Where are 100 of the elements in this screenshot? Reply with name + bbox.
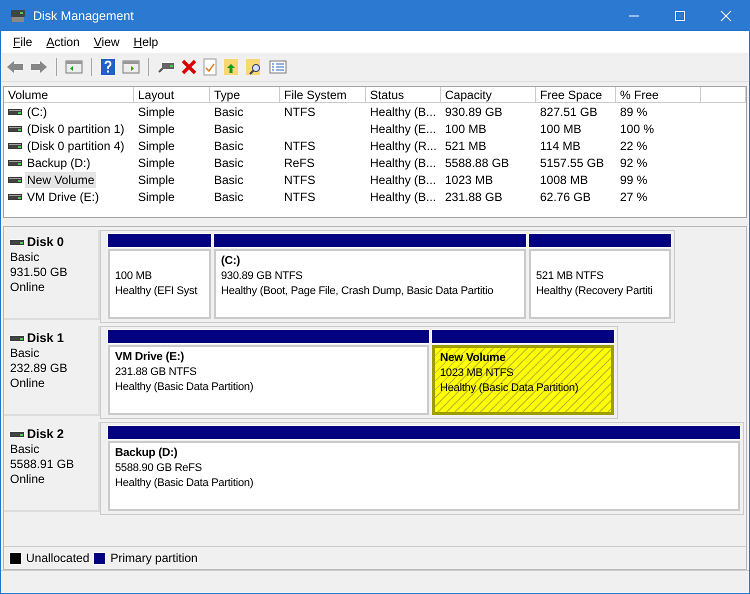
volume-icon bbox=[8, 126, 22, 132]
table-cell: Basic bbox=[214, 104, 244, 118]
column-header[interactable]: Type bbox=[210, 87, 280, 103]
row-label[interactable]: New Volume bbox=[25, 172, 96, 188]
partition-block[interactable]: (C:) 930.89 GB NTFS Healthy (Boot, Page File, Crash Dump, Basic Data Partitio bbox=[214, 249, 526, 319]
volume-icon bbox=[8, 194, 22, 200]
disk-name: Disk 0 bbox=[27, 235, 64, 250]
partition-block[interactable]: Backup (D:) 5588.90 GB ReFS Healthy (Basic Data Partition) bbox=[108, 441, 740, 511]
table-cell: NTFS bbox=[284, 172, 316, 186]
disk-status: Online bbox=[10, 280, 46, 295]
table-cell: 92 % bbox=[620, 156, 648, 170]
folder-search-icon[interactable] bbox=[245, 58, 263, 76]
partition-block[interactable]: 100 MB Healthy (EFI Syst bbox=[108, 249, 211, 319]
help-icon[interactable] bbox=[100, 58, 116, 76]
window-title: Disk Management bbox=[33, 9, 135, 23]
disk-drive-icon bbox=[10, 9, 26, 23]
partition-size: 5588.90 GB ReFS bbox=[115, 461, 202, 476]
column-header[interactable]: % Free bbox=[616, 87, 701, 103]
menu-item[interactable]: File bbox=[7, 33, 38, 51]
action-pane-icon[interactable] bbox=[122, 59, 140, 75]
partition-size: 231.88 GB NTFS bbox=[115, 365, 197, 380]
partition-name: VM Drive (E:) bbox=[115, 350, 184, 365]
menu-item[interactable]: Action bbox=[40, 33, 86, 51]
table-cell: Simple bbox=[138, 190, 175, 204]
table-cell: NTFS bbox=[284, 190, 316, 204]
properties-icon[interactable] bbox=[203, 58, 217, 76]
partition-size: 100 MB bbox=[115, 269, 152, 284]
partition-status: Healthy (EFI Syst bbox=[115, 284, 198, 299]
table-cell: Basic bbox=[214, 156, 244, 170]
table-cell: 27 % bbox=[620, 190, 648, 204]
partition-block[interactable]: New Volume 1023 MB NTFS Healthy (Basic Data Partition) bbox=[432, 345, 614, 415]
disk-name: Disk 1 bbox=[27, 331, 64, 346]
delete-icon[interactable] bbox=[181, 59, 197, 75]
partition-status: Healthy (Boot, Page File, Crash Dump, Basic Data Partitio bbox=[221, 284, 494, 299]
table-cell: 827.51 GB bbox=[540, 104, 598, 118]
table-cell: 22 % bbox=[620, 138, 648, 152]
table-cell: Basic bbox=[214, 190, 244, 204]
partition-name: New Volume bbox=[440, 351, 506, 366]
table-cell: 1008 MB bbox=[540, 172, 588, 186]
column-header[interactable]: Volume bbox=[4, 87, 134, 103]
table-cell: Healthy (B... bbox=[370, 172, 436, 186]
menu-item[interactable]: Help bbox=[128, 33, 164, 51]
row-label[interactable]: (C:) bbox=[25, 104, 49, 120]
table-cell: 231.88 GB bbox=[445, 190, 502, 204]
partition-size: 930.89 GB NTFS bbox=[221, 269, 303, 284]
console-tree-icon[interactable] bbox=[65, 59, 83, 75]
row-label[interactable]: VM Drive (E:) bbox=[25, 188, 101, 204]
table-cell: 89 % bbox=[620, 104, 648, 118]
disk-size: 931.50 GB bbox=[10, 265, 68, 280]
table-cell: NTFS bbox=[284, 138, 316, 152]
column-header[interactable]: Capacity bbox=[441, 87, 536, 103]
partition-name: Backup (D:) bbox=[115, 446, 178, 461]
table-cell: Simple bbox=[138, 104, 175, 118]
table-cell: 100 MB bbox=[445, 122, 486, 136]
table-cell: 1023 MB bbox=[445, 172, 494, 186]
row-label[interactable]: Backup (D:) bbox=[25, 154, 92, 170]
table-cell: Simple bbox=[138, 156, 175, 170]
table-cell: Simple bbox=[138, 122, 175, 136]
table-cell: Basic bbox=[214, 138, 244, 152]
table-cell: Healthy (B... bbox=[370, 156, 436, 170]
row-label[interactable]: (Disk 0 partition 1) bbox=[25, 120, 126, 136]
table-cell: Healthy (R... bbox=[370, 138, 437, 152]
partition-status: Healthy (Recovery Partiti bbox=[536, 284, 653, 299]
partition-status: Healthy (Basic Data Partition) bbox=[115, 380, 254, 395]
table-cell: Basic bbox=[214, 122, 244, 136]
table-cell: 100 % bbox=[620, 122, 654, 136]
volume-icon bbox=[8, 142, 22, 148]
partition-status: Healthy (Basic Data Partition) bbox=[115, 476, 254, 491]
partition-block[interactable]: 521 MB NTFS Healthy (Recovery Partiti bbox=[529, 249, 671, 319]
list-icon[interactable] bbox=[269, 59, 287, 75]
table-cell: Basic bbox=[214, 172, 244, 186]
column-header[interactable]: Layout bbox=[134, 87, 210, 103]
table-cell: 99 % bbox=[620, 172, 648, 186]
table-cell: 5588.88 GB bbox=[445, 156, 510, 170]
volume-icon bbox=[8, 176, 22, 182]
disk-type: Basic bbox=[10, 442, 40, 457]
folder-up-icon[interactable] bbox=[223, 58, 239, 76]
table-cell: NTFS bbox=[284, 104, 316, 118]
partition-size: 521 MB NTFS bbox=[536, 269, 604, 284]
forward-arrow-icon[interactable] bbox=[30, 60, 48, 74]
table-cell: Simple bbox=[138, 138, 175, 152]
table-cell: 521 MB bbox=[445, 138, 486, 152]
table-cell: Healthy (B... bbox=[370, 104, 436, 118]
drive-icon[interactable] bbox=[157, 60, 175, 74]
partition-status: Healthy (Basic Data Partition) bbox=[440, 381, 578, 396]
column-header[interactable]: Free Space bbox=[536, 87, 616, 103]
disk-name: Disk 2 bbox=[27, 427, 64, 442]
table-cell: ReFS bbox=[284, 156, 315, 170]
legend-label: Unallocated bbox=[26, 551, 90, 565]
partition-block[interactable]: VM Drive (E:) 231.88 GB NTFS Healthy (Basic Data Partition) bbox=[108, 345, 429, 415]
disk-size: 5588.91 GB bbox=[10, 457, 76, 472]
back-arrow-icon[interactable] bbox=[6, 60, 24, 74]
column-header[interactable]: File System bbox=[280, 87, 366, 103]
row-label[interactable]: (Disk 0 partition 4) bbox=[25, 138, 126, 154]
table-cell: 62.76 GB bbox=[540, 190, 591, 204]
column-header[interactable]: Status bbox=[366, 87, 441, 103]
disk-size: 232.89 GB bbox=[10, 361, 68, 376]
disk-status: Online bbox=[10, 472, 46, 487]
table-cell: 100 MB bbox=[540, 122, 582, 136]
menu-item[interactable]: View bbox=[88, 33, 126, 51]
